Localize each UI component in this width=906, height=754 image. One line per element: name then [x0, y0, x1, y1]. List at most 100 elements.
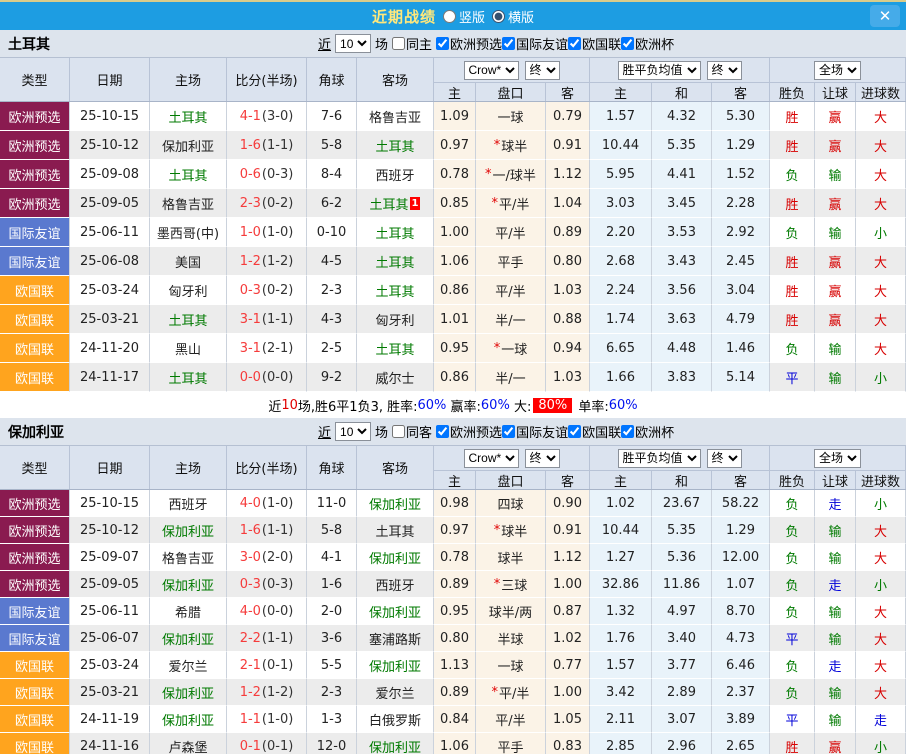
- league-label: 欧国联: [582, 422, 621, 441]
- titlebar: 近期战绩 竖版 横版 ✕: [0, 0, 906, 30]
- result-wdl: 平: [770, 625, 815, 652]
- away-team: 土耳其: [357, 131, 434, 160]
- league-filter[interactable]: 欧洲预选: [436, 422, 502, 441]
- odds-source-select[interactable]: Crow*: [464, 449, 519, 468]
- score-cell: 0-6 (0-3): [227, 160, 307, 189]
- match-date: 25-03-24: [70, 652, 150, 679]
- corner-count: 11-0: [307, 490, 357, 517]
- competition-badge: 欧国联: [0, 305, 70, 334]
- result-goals: 走: [856, 706, 906, 733]
- away-team: 土耳其: [357, 334, 434, 363]
- same-venue-checkbox[interactable]: [392, 425, 405, 438]
- corner-count: 3-6: [307, 625, 357, 652]
- result-handicap: 赢: [815, 276, 856, 305]
- layout-option-vertical[interactable]: 竖版: [443, 7, 485, 26]
- league-filter[interactable]: 欧国联: [568, 422, 621, 441]
- mean-draw: 3.77: [652, 652, 712, 679]
- mean-source-select[interactable]: 胜平负均值: [618, 449, 701, 468]
- same-venue-checkbox[interactable]: [392, 37, 405, 50]
- home-team: 格鲁吉亚: [150, 189, 227, 218]
- league-filter[interactable]: 欧洲杯: [621, 34, 674, 53]
- odds-final-select[interactable]: 终: [525, 449, 560, 468]
- score-cell: 4-0 (0-0): [227, 598, 307, 625]
- same-venue-filter[interactable]: 同主: [392, 34, 432, 53]
- corner-count: 1-3: [307, 706, 357, 733]
- league-checkbox[interactable]: [621, 425, 634, 438]
- mean-away: 4.79: [712, 305, 770, 334]
- subheader-mean-home: 主: [590, 470, 652, 489]
- mean-source-select[interactable]: 胜平负均值: [618, 61, 701, 80]
- scope-select[interactable]: 全场: [814, 449, 861, 468]
- mean-draw: 23.67: [652, 490, 712, 517]
- match-row: 欧洲预选 25-09-07 格鲁吉亚 3-0 (2-0) 4-1 保加利亚 0.…: [0, 544, 906, 571]
- away-team: 西班牙: [357, 571, 434, 598]
- result-goals: 大: [856, 544, 906, 571]
- same-venue-filter[interactable]: 同客: [392, 422, 432, 441]
- result-handicap: 赢: [815, 131, 856, 160]
- league-checkbox[interactable]: [436, 37, 449, 50]
- match-row: 欧国联 24-11-19 保加利亚 1-1 (1-0) 1-3 白俄罗斯 0.8…: [0, 706, 906, 733]
- table-header: 类型 日期 主场 比分(半场) 角球 客场 Crow* 终 胜平负均值 终: [0, 58, 906, 102]
- summary-segment: 场,胜6平1负3, 胜率:: [298, 396, 418, 415]
- vertical-radio[interactable]: [443, 10, 456, 23]
- league-label: 欧洲预选: [450, 34, 502, 53]
- close-button[interactable]: ✕: [870, 5, 900, 27]
- home-team: 保加利亚: [150, 517, 227, 544]
- summary-segment: 60%: [417, 398, 446, 413]
- mean-draw: 4.41: [652, 160, 712, 189]
- away-team: 塞浦路斯: [357, 625, 434, 652]
- league-checkbox[interactable]: [502, 37, 515, 50]
- match-count-select[interactable]: 10: [335, 422, 371, 441]
- competition-badge: 欧国联: [0, 334, 70, 363]
- competition-badge: 国际友谊: [0, 218, 70, 247]
- away-odds: 0.94: [546, 334, 590, 363]
- mean-final-select[interactable]: 终: [707, 61, 742, 80]
- league-filter[interactable]: 欧国联: [568, 34, 621, 53]
- league-filter[interactable]: 欧洲预选: [436, 34, 502, 53]
- league-filter[interactable]: 欧洲杯: [621, 422, 674, 441]
- odds-final-select[interactable]: 终: [525, 61, 560, 80]
- match-date: 25-03-21: [70, 679, 150, 706]
- layout-option-horizontal[interactable]: 横版: [492, 7, 534, 26]
- away-odds: 0.79: [546, 102, 590, 131]
- horizontal-radio[interactable]: [492, 10, 505, 23]
- league-checkbox[interactable]: [568, 425, 581, 438]
- same-venue-label: 同主: [406, 34, 432, 53]
- home-odds: 1.06: [434, 247, 476, 276]
- league-checkbox[interactable]: [621, 37, 634, 50]
- away-odds: 0.87: [546, 598, 590, 625]
- league-checkbox[interactable]: [568, 37, 581, 50]
- result-goals: 大: [856, 598, 906, 625]
- match-date: 25-10-15: [70, 490, 150, 517]
- league-filter[interactable]: 国际友谊: [502, 422, 568, 441]
- competition-badge: 国际友谊: [0, 247, 70, 276]
- halftime-score: (0-1): [262, 739, 293, 754]
- mean-home: 5.95: [590, 160, 652, 189]
- league-checkbox[interactable]: [502, 425, 515, 438]
- mean-away: 1.29: [712, 131, 770, 160]
- subheader-handicap: 盘口: [476, 82, 546, 101]
- recent-link[interactable]: 近: [318, 34, 331, 53]
- result-handicap: 输: [815, 679, 856, 706]
- league-checkbox[interactable]: [436, 425, 449, 438]
- mean-away: 5.14: [712, 363, 770, 392]
- corner-count: 6-2: [307, 189, 357, 218]
- mean-away: 1.07: [712, 571, 770, 598]
- subheader-goals: 进球数: [856, 470, 906, 489]
- col-header-type: 类型: [0, 58, 70, 101]
- away-team: 格鲁吉亚: [357, 102, 434, 131]
- mean-home: 1.32: [590, 598, 652, 625]
- scope-select[interactable]: 全场: [814, 61, 861, 80]
- mean-final-select[interactable]: 终: [707, 449, 742, 468]
- corner-count: 5-8: [307, 131, 357, 160]
- recent-results-panel: 近期战绩 竖版 横版 ✕ 土耳其 近 10 场: [0, 0, 906, 754]
- away-odds: 1.00: [546, 679, 590, 706]
- match-date: 25-09-05: [70, 571, 150, 598]
- league-filter[interactable]: 国际友谊: [502, 34, 568, 53]
- competition-badge: 欧洲预选: [0, 102, 70, 131]
- corner-count: 8-4: [307, 160, 357, 189]
- match-count-select[interactable]: 10: [335, 34, 371, 53]
- odds-source-select[interactable]: Crow*: [464, 61, 519, 80]
- away-odds: 1.03: [546, 363, 590, 392]
- recent-link[interactable]: 近: [318, 422, 331, 441]
